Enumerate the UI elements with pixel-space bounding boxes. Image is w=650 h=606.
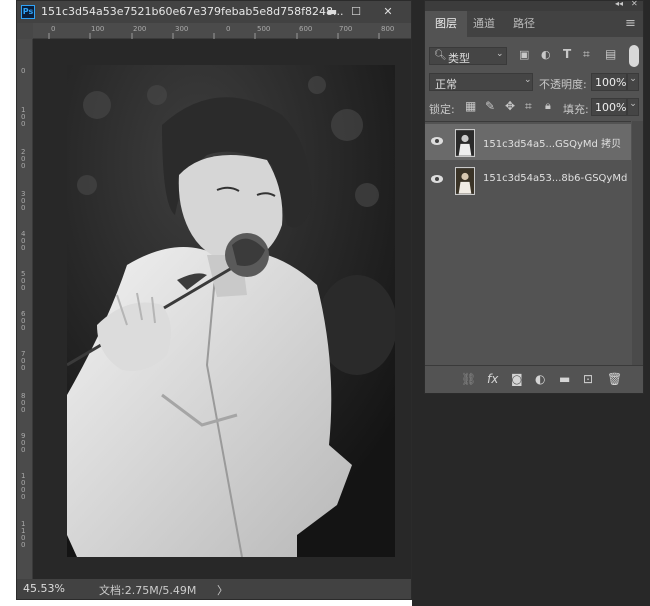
ruler-tick-label: 6 0 0 [21,310,26,332]
layer-thumbnail [455,129,475,157]
panel-menu-icon[interactable]: ≡ [625,11,639,37]
adjustment-icon[interactable]: ◐ [535,372,545,386]
ruler-origin[interactable] [17,23,33,39]
visibility-eye-icon[interactable] [431,136,443,146]
link-icon[interactable]: ⛓ [461,372,476,386]
panel-header-strip: ◂◂ ✕ [425,0,643,11]
layer-row-copy[interactable]: 151c3d54a5...GSQyMd 拷贝 [425,124,631,160]
fx-icon[interactable]: fx [487,372,498,386]
lock-move-icon[interactable]: ✥ [505,99,515,113]
horizontal-ruler[interactable]: 0 100 200 300 0 500 600 700 800 [33,23,411,39]
ruler-tick-label: 5 0 0 [21,270,26,292]
ruler-ticks [48,33,380,39]
layer-name[interactable]: 151c3d54a5...GSQyMd 拷贝 [483,135,621,150]
status-bar: 45.53% 文档:2.75M/5.49M 〉 [17,579,411,599]
photo-canvas[interactable] [67,65,395,557]
opacity-value: 100% [595,76,627,89]
shape-filter-icon[interactable]: ⌗ [583,47,590,62]
fill-field[interactable]: 100% [591,98,627,116]
adjustment-filter-icon[interactable]: ◐ [541,48,551,61]
photoshop-icon: Ps [21,5,35,19]
canvas-area[interactable] [33,39,411,579]
document-title-bar[interactable]: Ps 151c3d54a53e7521b60e67e379febab5e8d75… [17,1,411,23]
collapse-panel-icon[interactable]: ◂◂ [615,0,623,8]
ruler-tick-label: 3 0 0 [21,190,26,212]
visibility-eye-icon[interactable] [431,174,443,184]
new-layer-icon[interactable]: ⊡ [583,372,593,386]
maximize-button[interactable]: ☐ [345,4,367,20]
ruler-tick-label: 2 0 0 [21,148,26,170]
layer-name[interactable]: 151c3d54a53...8b6-GSQyMd [483,173,627,184]
tab-layers[interactable]: 图层 [425,11,467,37]
fill-value: 100% [595,101,627,114]
close-button[interactable]: ✕ [377,4,399,20]
blend-mode-dropdown[interactable]: 正常 ⌄ [429,73,533,91]
filter-toggle-switch[interactable] [629,45,639,67]
tab-channels[interactable]: 通道 [473,11,503,37]
trash-icon[interactable]: 🗑︎ [607,372,622,386]
opacity-label: 不透明度: [539,78,587,91]
ruler-tick-label: 1 1 0 0 [21,520,26,549]
group-folder-icon[interactable]: ▬ [559,372,570,386]
opacity-field[interactable]: 100% [591,73,627,91]
ruler-tick-label: 1 0 0 0 [21,472,26,501]
ruler-tick-label: 8 0 0 [21,392,26,414]
close-panel-icon[interactable]: ✕ [631,0,638,8]
image-filter-icon[interactable]: ▣ [519,48,529,61]
smart-object-filter-icon[interactable]: ▤ [605,47,616,61]
layers-panel: ◂◂ ✕ 图层 通道 路径 ≡ 🔍︎ 类型 ⌄ ▣ ◐ T ⌗ ▤ 正常 ⌄ 不… [424,0,644,394]
minimize-button[interactable]: ▬ [321,4,343,20]
search-icon: 🔍︎ [434,50,447,61]
ruler-tick-label: 4 0 0 [21,230,26,252]
ruler-tick-label: 7 0 0 [21,350,26,372]
lock-label: 锁定: [429,103,455,116]
type-filter-icon[interactable]: T [563,47,571,61]
panel-tabs: 图层 通道 路径 ≡ [425,11,643,37]
lock-brush-icon[interactable]: ✎ [485,99,495,113]
fill-label: 填充: [563,103,589,116]
opacity-slider-toggle[interactable]: ⌄ [627,73,639,91]
layers-scrollbar[interactable] [632,121,643,365]
lock-transparent-icon[interactable]: ▦ [465,99,476,113]
layers-list: 151c3d54a5...GSQyMd 拷贝 151c3d54a53...8b6… [425,121,631,365]
document-size: 文档:2.75M/5.49M [99,584,197,597]
blend-mode-value: 正常 [435,78,457,91]
document-window: Ps 151c3d54a53e7521b60e67e379febab5e8d75… [16,0,412,600]
mask-icon[interactable]: ◙ [511,372,523,386]
lock-artboard-icon[interactable]: ⌗ [525,99,532,114]
ruler-tick-label: 9 0 0 [21,432,26,454]
lock-all-icon[interactable]: 🔒︎ [545,99,551,113]
document-title: 151c3d54a53e7521b60e67e379febab5e8d758f8… [41,5,344,18]
zoom-level[interactable]: 45.53% [23,582,65,595]
layer-row-original[interactable]: 151c3d54a53...8b6-GSQyMd [425,162,631,198]
chevron-down-icon: ⌄ [524,75,532,85]
chevron-down-icon: ⌄ [496,49,504,59]
layer-thumbnail [455,167,475,195]
layer-filter-dropdown[interactable]: 🔍︎ 类型 ⌄ [429,47,507,65]
fill-slider-toggle[interactable]: ⌄ [627,98,639,116]
filter-label: 类型 [448,52,470,65]
layers-panel-footer: ⛓ fx ◙ ◐ ▬ ⊡ 🗑︎ [425,365,643,391]
tab-paths[interactable]: 路径 [513,11,543,37]
ruler-tick-label: 0 [21,67,26,75]
ruler-tick-label: 1 0 0 [21,106,26,128]
status-menu-arrow[interactable]: 〉 [217,582,228,598]
vertical-ruler[interactable]: 0 1 0 0 2 0 0 3 0 0 4 0 0 5 0 0 6 0 0 7 … [17,39,33,579]
